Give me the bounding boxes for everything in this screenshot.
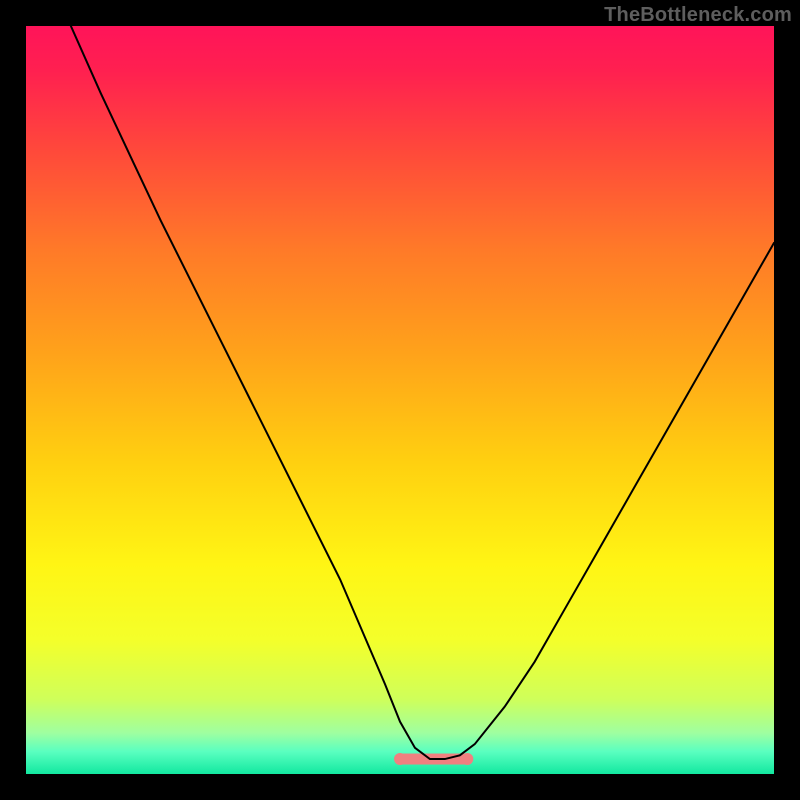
plot-area (26, 26, 774, 774)
bottleneck-curve (71, 26, 774, 759)
chart-frame: TheBottleneck.com (0, 0, 800, 800)
curve-layer (26, 26, 774, 774)
watermark-text: TheBottleneck.com (604, 4, 792, 27)
